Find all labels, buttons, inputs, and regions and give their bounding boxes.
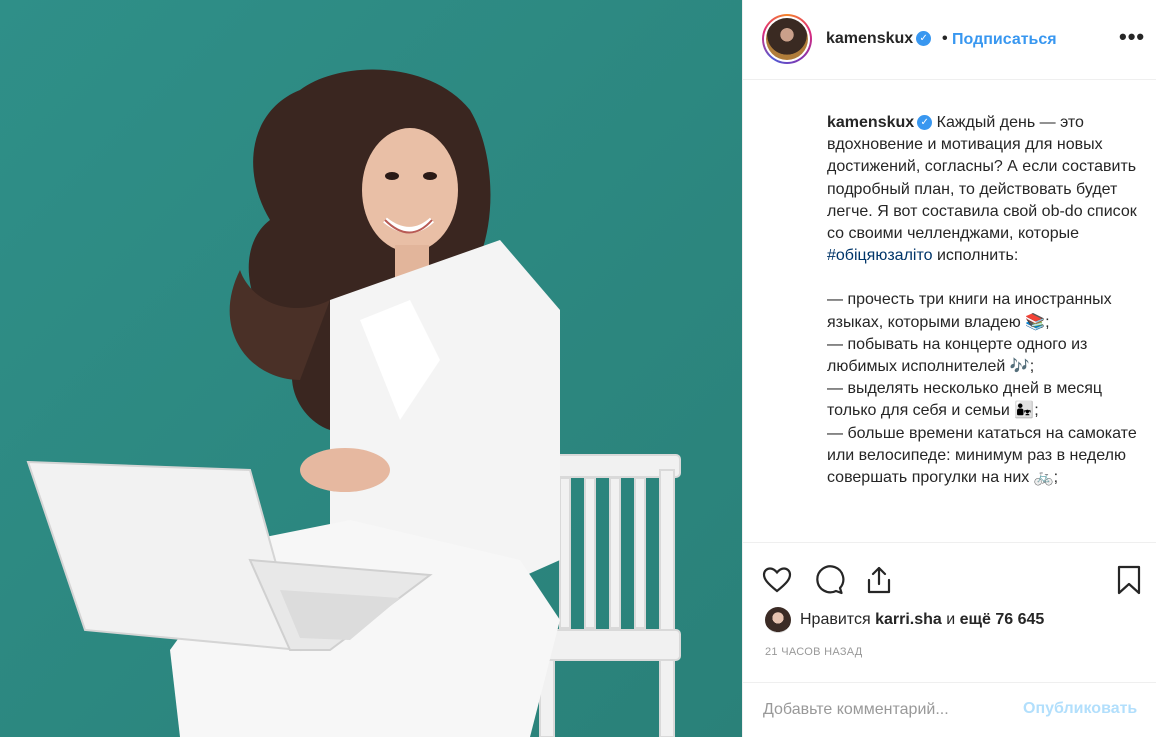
action-bar [743,556,1156,602]
avatar[interactable] [762,14,812,64]
divider [743,542,1156,543]
verified-badge-icon: ✓ [917,115,933,131]
bookmark-icon[interactable] [1113,564,1145,596]
header-username[interactable]: kamenskux ✓ [826,30,932,48]
likes-count[interactable]: ещё 76 645 [960,611,1045,629]
likes-summary: Нравится karri.sha и ещё 76 645 [765,604,1044,636]
post-photo-illustration [0,0,742,737]
caption-text: Каждый день — это вдохновение и мотиваци… [827,114,1142,243]
follow-button[interactable]: Подписаться [952,31,1057,49]
post-timestamp[interactable]: 21 ЧАСОВ НАЗАД [765,646,863,658]
more-options-icon[interactable]: ••• [1119,24,1145,50]
comment-bar: Опубликовать [743,682,1156,737]
likes-prefix: Нравится [800,611,871,628]
likes-and: и [946,611,956,628]
header-separator: • [942,30,948,47]
caption-list: — прочесть три книги на иностранных язык… [827,291,1137,487]
caption-username[interactable]: kamenskux [827,114,914,131]
comment-icon[interactable] [813,564,845,596]
verified-badge-icon: ✓ [916,31,932,47]
publish-comment-button[interactable]: Опубликовать [1023,700,1137,718]
liker-username[interactable]: karri.sha [875,611,942,629]
post-image[interactable] [0,0,742,737]
post-header: kamenskux ✓ • Подписаться ••• [743,0,1156,80]
liker-avatar[interactable] [765,607,791,633]
comment-input[interactable] [763,697,1013,723]
post-details-panel: kamenskux ✓ • Подписаться ••• kamenskux ✓ … [742,0,1156,737]
caption-text-end: исполнить: [932,247,1019,265]
share-icon[interactable] [863,564,895,596]
heart-icon[interactable] [761,564,793,596]
caption-hashtag[interactable]: #обіцяюзаліто [827,247,933,264]
post-caption: kamenskux ✓ Каждый день — это вдохновение… [827,112,1145,542]
